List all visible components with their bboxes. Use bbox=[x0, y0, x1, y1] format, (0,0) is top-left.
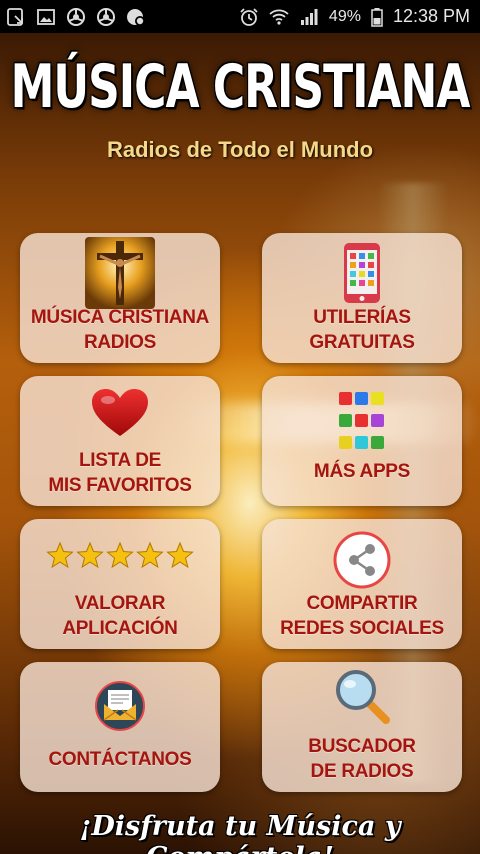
five-stars-icon bbox=[45, 541, 195, 571]
signal-icon bbox=[299, 7, 319, 27]
status-bar: 49% 12:38 PM bbox=[0, 0, 480, 33]
alarm-icon bbox=[239, 7, 259, 27]
tile-buscador-radios[interactable]: BUSCADOR DE RADIOS bbox=[262, 662, 462, 792]
chrome-icon bbox=[96, 7, 116, 27]
tile-label: MÁS APPS bbox=[313, 461, 411, 482]
tile-compartir-redes[interactable]: COMPARTIR REDES SOCIALES bbox=[262, 519, 462, 649]
battery-icon bbox=[371, 7, 383, 27]
crucifix-icon bbox=[85, 237, 155, 309]
tile-label: LISTA DE MIS FAVORITOS bbox=[48, 450, 192, 496]
tile-musica-cristiana-radios[interactable]: MÚSICA CRISTIANA RADIOS bbox=[20, 233, 220, 363]
footer-slogan: ¡Disfruta tu Música y Compártela! bbox=[79, 811, 401, 854]
image-notification-icon bbox=[36, 7, 56, 27]
download-notification-icon bbox=[6, 7, 26, 27]
phone-apps-icon bbox=[342, 241, 382, 305]
tile-label: CONTÁCTANOS bbox=[48, 749, 192, 770]
tile-lista-favoritos[interactable]: LISTA DE MIS FAVORITOS bbox=[20, 376, 220, 506]
mail-icon bbox=[94, 680, 146, 732]
app-screen: MÚSICA CRISTIANA Radios de Todo el Mundo bbox=[0, 33, 480, 854]
heart-icon bbox=[90, 388, 150, 440]
battery-percentage: 49% bbox=[328, 7, 361, 25]
tile-label: VALORAR APLICACIÓN bbox=[62, 593, 178, 639]
tile-utilerias-gratuitas[interactable]: UTILERÍAS GRATUITAS bbox=[262, 233, 462, 363]
share-icon bbox=[333, 531, 391, 589]
tile-label: BUSCADOR DE RADIOS bbox=[308, 736, 416, 782]
colored-squares-icon bbox=[337, 390, 387, 452]
tile-label: MÚSICA CRISTIANA RADIOS bbox=[30, 307, 210, 353]
magnifier-icon bbox=[332, 666, 392, 726]
wifi-icon bbox=[269, 7, 289, 27]
tile-label: COMPARTIR REDES SOCIALES bbox=[280, 593, 444, 639]
chrome-incognito-icon bbox=[126, 7, 146, 27]
status-bar-notifications bbox=[6, 7, 146, 27]
clock: 12:38 PM bbox=[392, 6, 470, 26]
status-bar-system: 49% 12:38 PM bbox=[239, 6, 470, 27]
tile-mas-apps[interactable]: MÁS APPS bbox=[262, 376, 462, 506]
app-subtitle: Radios de Todo el Mundo bbox=[106, 137, 374, 162]
chrome-icon bbox=[66, 7, 86, 27]
tile-contactanos[interactable]: CONTÁCTANOS bbox=[20, 662, 220, 792]
app-title: MÚSICA CRISTIANA bbox=[10, 53, 471, 122]
tile-valorar-aplicacion[interactable]: VALORAR APLICACIÓN bbox=[20, 519, 220, 649]
tile-label: UTILERÍAS GRATUITAS bbox=[309, 307, 415, 353]
